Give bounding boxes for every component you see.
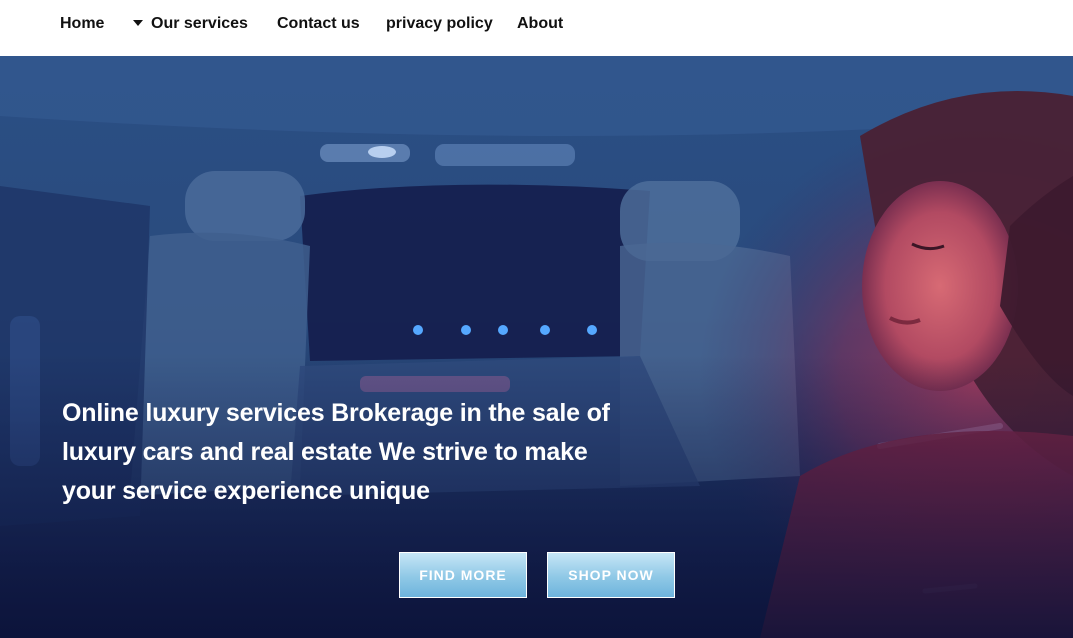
caret-down-icon — [133, 19, 143, 26]
nav-contact-link[interactable]: Contact us — [277, 14, 360, 34]
nav-home-link[interactable]: Home — [60, 14, 104, 34]
nav-our-services-link[interactable]: Our services — [133, 14, 248, 34]
shop-now-button[interactable]: SHOP NOW — [547, 552, 675, 598]
find-more-button[interactable]: FIND MORE — [399, 552, 527, 598]
top-navigation: Home Our services Contact us privacy pol… — [0, 0, 1073, 56]
hero-section: Online luxury services Brokerage in the … — [0, 56, 1073, 638]
nav-privacy-link[interactable]: privacy policy — [386, 14, 493, 34]
nav-about-link[interactable]: About — [517, 14, 563, 34]
hero-background-image — [0, 56, 1073, 638]
hero-headline: Online luxury services Brokerage in the … — [62, 399, 610, 505]
nav-our-services-label: Our services — [151, 15, 248, 32]
